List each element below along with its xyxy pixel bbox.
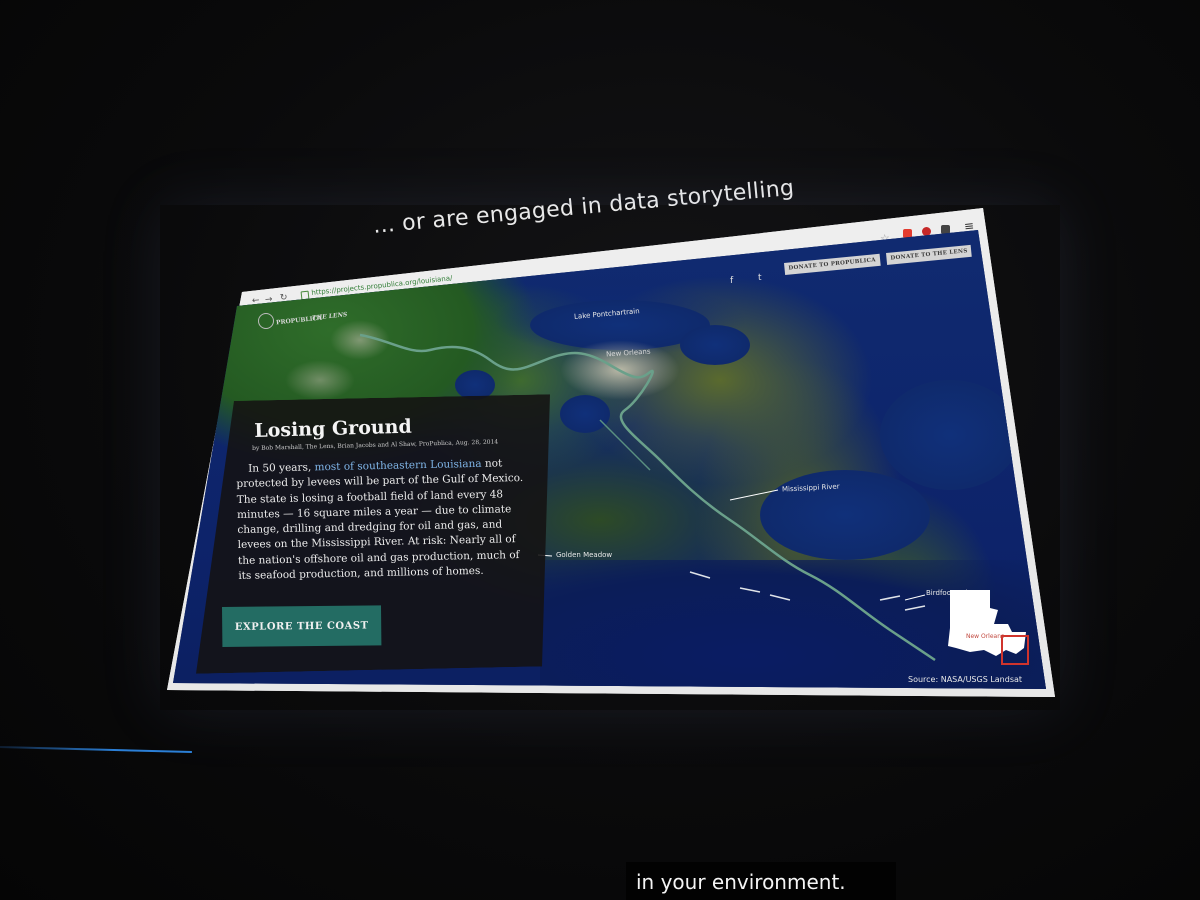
facebook-icon[interactable]: f [730,276,733,286]
mississippi-river-svg [359,333,936,662]
barrier-islands [689,571,926,611]
adblock-icon[interactable] [922,227,931,236]
delta-label-leader [904,594,926,601]
extension-red-icon[interactable] [903,229,912,238]
twitter-icon[interactable]: t [758,273,762,283]
louisiana-locator-map[interactable] [946,588,1032,668]
propublica-logo-icon[interactable] [258,313,274,329]
inset-city-label: New Orleans [966,633,1005,640]
story-body-text: its seafood production, and millions of … [238,564,484,583]
river-label-leader [729,489,779,501]
explore-coast-button[interactable]: EXPLORE THE COAST [222,605,382,647]
projection-stage: ... or are engaged in data storytelling … [0,0,1200,900]
video-subtitle: in your environment. [636,870,846,894]
story-body-text: In 50 years, [248,461,315,475]
southeastern-louisiana-link[interactable]: most of southeastern Louisiana [314,458,481,473]
town-label: Golden Meadow [556,551,613,559]
story-title: Losing Ground [254,415,413,442]
story-body-text: not [481,457,503,470]
louisiana-shape [948,590,1026,656]
page-viewport: Lake Pontchartrain New Orleans Mississip… [173,230,1046,689]
slide-caption: ... or are engaged in data storytelling [372,175,796,239]
story-body: In 50 years, most of southeastern Louisi… [236,456,548,585]
map-source-credit: Source: NASA/USGS Landsat [908,675,1023,684]
extension-dark-icon[interactable] [941,225,950,234]
blue-light-streak [0,746,192,754]
